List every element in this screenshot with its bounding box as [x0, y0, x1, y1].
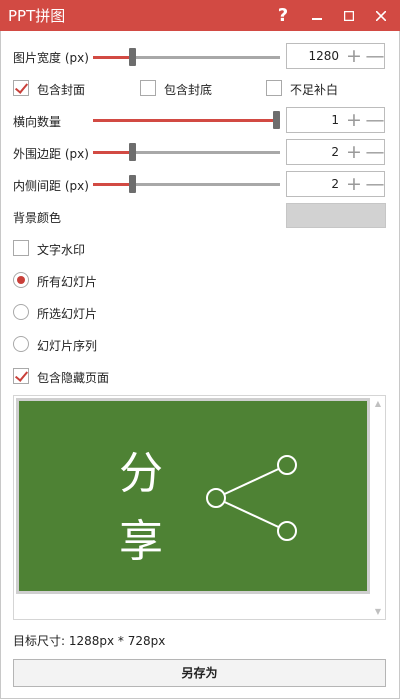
slider-thumb[interactable]	[129, 143, 136, 161]
all-slides-label: 所有幻灯片	[37, 275, 98, 289]
increment-button[interactable]: +	[344, 109, 364, 131]
horizontal-count-value[interactable]: 1	[331, 113, 339, 127]
slider-thumb[interactable]	[273, 111, 280, 129]
increment-button[interactable]: +	[344, 141, 364, 163]
scroll-up-arrow-icon[interactable]: ▲	[375, 399, 381, 408]
inner-spacing-stepper[interactable]: 2 + —	[286, 171, 385, 197]
fill-blank-label: 不足补白	[290, 83, 339, 97]
decrement-button[interactable]: —	[365, 45, 385, 67]
outer-margin-stepper[interactable]: 2 + —	[286, 139, 385, 165]
include-cover-checkbox[interactable]	[13, 80, 29, 96]
image-width-label: 图片宽度 (px)	[13, 51, 89, 65]
target-size-text: 目标尺寸: 1288px * 728px	[13, 634, 166, 648]
minimize-button[interactable]	[300, 0, 334, 31]
slide-sequence-radio[interactable]	[13, 336, 29, 352]
selected-slides-label: 所选幻灯片	[37, 307, 98, 321]
slider-fill	[93, 183, 132, 186]
include-cover-label: 包含封面	[37, 83, 86, 97]
close-icon	[376, 10, 386, 21]
inner-spacing-value[interactable]: 2	[331, 177, 339, 191]
slide-text-line2: 享	[119, 516, 163, 567]
background-color-picker[interactable]	[286, 203, 386, 228]
inner-spacing-slider[interactable]	[93, 174, 280, 194]
slide-sequence-label: 幻灯片序列	[37, 339, 98, 353]
outer-margin-label: 外围边距 (px)	[13, 147, 89, 161]
background-color-label: 背景颜色	[13, 211, 62, 225]
inner-spacing-label: 内侧间距 (px)	[13, 179, 89, 193]
slide-content: 分 享	[19, 401, 367, 591]
slider-fill	[93, 151, 132, 154]
increment-button[interactable]: +	[344, 45, 364, 67]
slide-thumbnail: 分 享	[16, 398, 370, 594]
outer-margin-slider[interactable]	[93, 142, 280, 162]
text-watermark-label: 文字水印	[37, 243, 86, 257]
decrement-button[interactable]: —	[365, 141, 385, 163]
preview-panel[interactable]: 分 享 ▲ ▼	[13, 395, 386, 620]
horizontal-count-slider[interactable]	[93, 110, 280, 130]
slider-thumb[interactable]	[129, 175, 136, 193]
minimize-icon	[312, 17, 322, 20]
maximize-icon	[344, 10, 354, 21]
horizontal-count-label: 横向数量	[13, 115, 62, 129]
all-slides-radio[interactable]	[13, 272, 29, 288]
share-icon	[206, 455, 297, 541]
text-watermark-checkbox[interactable]	[13, 240, 29, 256]
increment-button[interactable]: +	[344, 173, 364, 195]
decrement-button[interactable]: —	[365, 173, 385, 195]
fill-blank-checkbox[interactable]	[266, 80, 282, 96]
decrement-button[interactable]: —	[365, 109, 385, 131]
title-bar: PPT拼图 ?	[0, 0, 400, 31]
help-button[interactable]: ?	[266, 0, 300, 31]
slider-thumb[interactable]	[129, 48, 136, 66]
include-hidden-checkbox[interactable]	[13, 368, 29, 384]
slide-text-line1: 分	[119, 448, 163, 499]
include-back-cover-checkbox[interactable]	[140, 80, 156, 96]
save-as-button[interactable]: 另存为	[13, 659, 386, 687]
selected-slides-radio[interactable]	[13, 304, 29, 320]
maximize-button[interactable]	[332, 0, 366, 31]
slider-fill	[93, 119, 276, 122]
outer-margin-value[interactable]: 2	[331, 145, 339, 159]
image-width-slider[interactable]	[93, 47, 280, 67]
include-hidden-label: 包含隐藏页面	[37, 371, 110, 385]
image-width-value[interactable]: 1280	[308, 49, 339, 63]
horizontal-count-stepper[interactable]: 1 + —	[286, 107, 385, 133]
include-back-cover-label: 包含封底	[164, 83, 213, 97]
window-title: PPT拼图	[8, 7, 66, 25]
image-width-stepper[interactable]: 1280 + —	[286, 43, 385, 69]
slider-fill	[93, 56, 132, 59]
close-button[interactable]	[364, 0, 398, 31]
scroll-down-arrow-icon[interactable]: ▼	[375, 607, 381, 616]
